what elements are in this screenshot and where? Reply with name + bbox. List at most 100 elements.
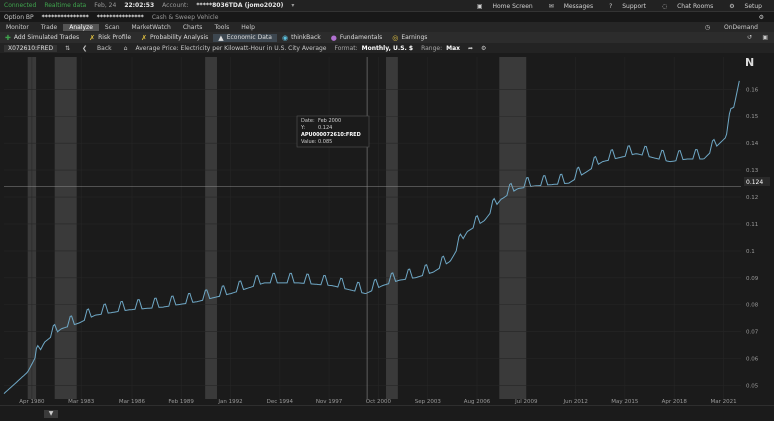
- cash-sweep-label: Cash & Sweep Vehicle: [151, 13, 219, 21]
- bank-icon: ▲: [218, 33, 224, 42]
- tab-monitor[interactable]: Monitor: [0, 24, 35, 31]
- y-tick-label: 0.07: [746, 330, 759, 336]
- series-title: Average Price: Electricity per Kilowatt-…: [135, 44, 327, 52]
- subtab-risk-profile[interactable]: ✗ Risk Profile: [84, 34, 136, 42]
- tooltip-y-label: Y:: [300, 125, 305, 131]
- cash-value: ***************: [96, 13, 144, 21]
- home-icon: ▣: [476, 2, 485, 10]
- y-tick-label: 0.13: [746, 168, 759, 174]
- recession-band: [54, 57, 77, 399]
- y-tick-label: 0.08: [746, 303, 759, 309]
- y-tick-label: 0.06: [746, 357, 759, 363]
- main-nav-tabs: Monitor Trade Analyze Scan MarketWatch C…: [0, 22, 774, 32]
- chat-icon: ◌: [661, 2, 670, 10]
- status-time: 22:02:53: [124, 2, 155, 9]
- fundamentals-icon: ●: [330, 33, 337, 42]
- setup-link[interactable]: ⚙ Setup: [725, 3, 766, 10]
- economic-data-toolbar: X072610:FRED ⇅ ❮ Back ⌂ Average Price: E…: [0, 43, 774, 53]
- risk-icon: ✗: [89, 33, 96, 42]
- subtab-thinkback[interactable]: ◉ thinkBack: [277, 34, 326, 42]
- detach-icon[interactable]: ▣: [762, 34, 768, 41]
- option-bp-value: ***************: [41, 13, 89, 21]
- subtab-label: Risk Profile: [98, 34, 132, 41]
- home-screen-link[interactable]: ▣ Home Screen: [473, 3, 537, 10]
- mail-icon: ✉: [548, 2, 556, 10]
- range-label: Range:: [421, 44, 443, 52]
- setup-label: Setup: [744, 2, 762, 10]
- support-link[interactable]: ? Support: [605, 3, 650, 10]
- y-tick-label: 0.12: [746, 195, 758, 201]
- data-tooltip: Date: Feb 2000 Y: 0.124 APU000072610:FRE…: [296, 115, 370, 148]
- tab-trade[interactable]: Trade: [35, 24, 63, 31]
- symbol-search-icon[interactable]: ⇅: [65, 45, 70, 52]
- messages-label: Messages: [563, 2, 594, 10]
- recession-band: [386, 57, 398, 399]
- option-bp-label: Option BP: [4, 13, 34, 21]
- home-screen-label: Home Screen: [492, 2, 533, 10]
- help-icon: ?: [609, 2, 615, 10]
- subtab-earnings[interactable]: ◎ Earnings: [387, 34, 432, 42]
- subtab-probability-analysis[interactable]: ✗ Probability Analysis: [136, 34, 213, 42]
- tab-marketwatch[interactable]: MarketWatch: [126, 24, 177, 31]
- recession-band: [499, 57, 527, 399]
- ondemand-button[interactable]: ◷ OnDemand: [693, 24, 770, 31]
- gear-icon: ⚙: [729, 2, 737, 10]
- status-bar: Connected Realtime data Feb, 24 22:02:53…: [0, 0, 774, 12]
- tab-scan[interactable]: Scan: [99, 24, 126, 31]
- subtab-label: Economic Data: [226, 34, 272, 41]
- symbol-input[interactable]: X072610:FRED: [4, 44, 58, 52]
- subtab-fundamentals[interactable]: ● Fundamentals: [326, 34, 387, 42]
- subtab-add-simulated-trades[interactable]: ✚ Add Simulated Trades: [0, 34, 84, 42]
- recession-band: [205, 57, 217, 399]
- tooltip-y-value: 0.124: [318, 125, 332, 131]
- back-button[interactable]: ❮ Back: [78, 45, 116, 52]
- home-nav-icon[interactable]: ⌂: [124, 45, 128, 52]
- back-label: Back: [97, 44, 112, 52]
- tab-tools[interactable]: Tools: [208, 24, 235, 31]
- back-arrow-icon: ❮: [82, 44, 90, 52]
- account-selector[interactable]: *****8036TDA (jomo2020): [196, 2, 283, 9]
- chat-rooms-label: Chat Rooms: [677, 2, 714, 10]
- format-label: Format:: [334, 44, 358, 52]
- crosshair-y-readout-text: 0.124: [746, 179, 763, 186]
- tooltip-value-value: 0.085: [318, 139, 332, 145]
- subtab-label: Earnings: [401, 34, 428, 41]
- y-tick-label: 0.15: [746, 114, 759, 120]
- settings-gear-icon[interactable]: ⚙: [759, 14, 764, 21]
- subtab-label: thinkBack: [291, 34, 321, 41]
- y-tick-label: 0.14: [746, 141, 759, 147]
- y-tick-label: 0.05: [746, 384, 759, 390]
- tab-help[interactable]: Help: [235, 24, 261, 31]
- tooltip-date-label: Date:: [301, 118, 315, 124]
- tab-charts[interactable]: Charts: [177, 24, 209, 31]
- share-icon[interactable]: ➦: [468, 45, 473, 52]
- messages-link[interactable]: ✉ Messages: [545, 3, 597, 10]
- chat-rooms-link[interactable]: ◌ Chat Rooms: [658, 3, 717, 10]
- clock-icon: ◷: [704, 23, 713, 31]
- y-tick-label: 0.09: [746, 276, 759, 282]
- tab-analyze[interactable]: Analyze: [63, 23, 99, 31]
- refresh-icon[interactable]: ↺: [747, 34, 752, 41]
- range-dropdown[interactable]: Max: [446, 45, 460, 52]
- chart-settings-icon[interactable]: ⚙: [481, 45, 486, 52]
- tooltip-series: APU000072610:FRED: [301, 132, 361, 138]
- status-right-links: ▣ Home Screen ✉ Messages ? Support ◌ Cha…: [469, 0, 770, 12]
- account-dropdown-icon[interactable]: ▾: [291, 2, 294, 9]
- economic-data-chart[interactable]: 0.05 0.06 0.07 0.08 0.09 0.1 0.11 0.12 0.13 0.14 0…: [0, 53, 774, 405]
- status-date: Feb, 24: [94, 2, 117, 9]
- support-label: Support: [622, 2, 646, 10]
- realtime-status: Realtime data: [44, 2, 87, 9]
- series-line: [3, 80, 740, 394]
- y-tick-label: 0.11: [746, 222, 758, 228]
- tooltip-date-value: Feb 2000: [318, 118, 341, 124]
- analyze-sub-tabs: ✚ Add Simulated Trades ✗ Risk Profile ✗ Pro…: [0, 32, 774, 43]
- bulb-icon: ◎: [392, 33, 399, 42]
- account-label: Account:: [162, 2, 189, 9]
- expand-panel-button[interactable]: ▼: [44, 410, 58, 418]
- subtab-economic-data[interactable]: ▲ Economic Data: [213, 33, 277, 42]
- subtab-label: Fundamentals: [339, 34, 383, 41]
- ondemand-label: OnDemand: [724, 23, 758, 31]
- format-dropdown[interactable]: Monthly, U.S. $: [362, 45, 413, 52]
- chart-corner-label: N: [745, 56, 754, 69]
- plus-icon: ✚: [5, 33, 11, 42]
